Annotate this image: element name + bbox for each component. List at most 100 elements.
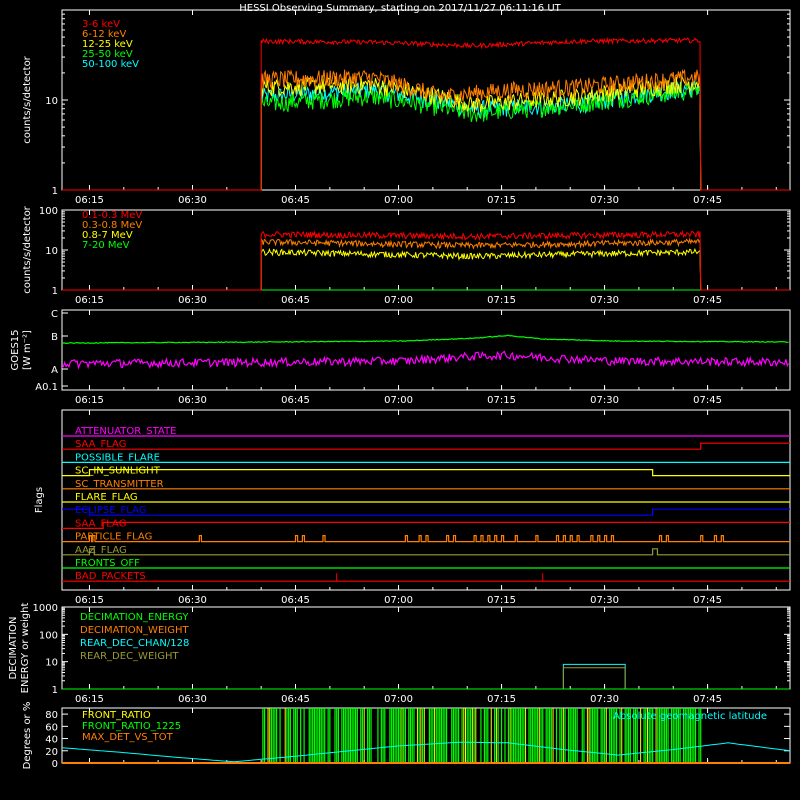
legend-entry: 7-20 MeV (82, 240, 130, 251)
x-tick-label: 07:15 (487, 595, 516, 606)
series-line (62, 237, 790, 291)
y-tick-label: C (51, 309, 58, 320)
flag-label: SC_IN_SUNLIGHT (75, 466, 161, 477)
x-tick-label: 07:15 (487, 295, 516, 306)
x-tick-label: 06:30 (178, 595, 207, 606)
x-tick-label: 06:15 (75, 195, 104, 206)
x-tick-label: 07:45 (693, 595, 722, 606)
x-tick-label: 07:30 (590, 195, 619, 206)
geomagnetic-latitude-line (61, 741, 791, 763)
flag-label: AAZ_FLAG (75, 545, 127, 556)
flag-line (62, 508, 790, 516)
flag-label: POSSIBLE_FLARE (75, 452, 160, 463)
y-tick-label: 10 (45, 96, 58, 107)
flag-line (62, 548, 790, 556)
legend-entry: 50-100 keV (82, 59, 139, 70)
y-tick-label: B (51, 332, 58, 343)
y-axis-label: Degrees or % (22, 702, 33, 770)
y-axis-label: DECIMATION (8, 616, 19, 679)
x-tick-label: 07:15 (487, 395, 516, 406)
flag-label: SAA_FLAG (75, 518, 126, 529)
x-tick-label: 06:45 (281, 694, 310, 705)
y-axis-label: Flags (34, 487, 45, 513)
legend-entry: MAX_DET_VS_TOT (82, 732, 174, 743)
y-tick-label: 60 (45, 722, 58, 733)
series-line (62, 230, 790, 291)
hessi-summary-chart: HESSI Observing Summary, starting on 201… (8, 3, 791, 770)
y-tick-label: 1 (52, 286, 58, 297)
goes-short-channel (61, 350, 790, 370)
x-tick-label: 06:45 (281, 195, 310, 206)
x-tick-label: 07:00 (384, 395, 413, 406)
x-tick-label: 06:45 (281, 295, 310, 306)
x-tick-label: 07:15 (487, 694, 516, 705)
y-tick-label: 1 (52, 186, 58, 197)
x-tick-label: 06:45 (281, 395, 310, 406)
x-tick-label: 07:00 (384, 295, 413, 306)
y-axis-label: counts/s/detector (22, 205, 33, 293)
y-tick-label: 100 (39, 206, 58, 217)
y-axis-label: GOES15 (10, 329, 21, 370)
legend-entry: REAR_DEC_CHAN/128 (80, 638, 189, 649)
y-tick-label: 80 (45, 710, 58, 721)
y-tick-label: A (51, 365, 58, 376)
x-tick-label: 07:45 (693, 295, 722, 306)
x-tick-label: 06:15 (75, 694, 104, 705)
y-tick-label: 10 (45, 658, 58, 669)
x-tick-label: 07:45 (693, 195, 722, 206)
panel-frame-goes (61, 309, 791, 391)
x-tick-label: 06:15 (75, 295, 104, 306)
x-tick-label: 06:30 (178, 694, 207, 705)
flag-line (62, 442, 790, 450)
x-tick-label: 07:45 (693, 395, 722, 406)
flag-label: FRONTS_OFF (75, 558, 140, 569)
flag-line (62, 535, 790, 543)
x-tick-label: 07:00 (384, 694, 413, 705)
y-axis-label: counts/s/detector (22, 55, 33, 143)
goes-long-channel (62, 334, 789, 345)
flag-label: SC_TRANSMITTER (75, 479, 164, 490)
note-label: Absolute geomagnetic latitude (613, 711, 767, 722)
series-line (62, 247, 790, 291)
x-tick-label: 06:15 (75, 595, 104, 606)
legend-entry: DECIMATION_ENERGY (80, 612, 189, 623)
x-tick-label: 06:30 (178, 395, 207, 406)
x-tick-label: 07:30 (590, 595, 619, 606)
y-tick-label: 0 (52, 759, 58, 770)
x-tick-label: 07:00 (384, 595, 413, 606)
x-tick-label: 06:30 (178, 195, 207, 206)
x-tick-label: 06:15 (75, 395, 104, 406)
x-tick-label: 07:30 (590, 295, 619, 306)
series-line (562, 667, 626, 689)
legend-entry: REAR_DEC_WEIGHT (80, 651, 179, 662)
y-tick-label: 40 (45, 735, 58, 746)
flag-line (62, 521, 790, 529)
x-tick-label: 07:00 (384, 195, 413, 206)
y-tick-label: 10 (45, 246, 58, 257)
flag-label: FLARE_FLAG (75, 492, 138, 503)
flag-label: ATTENUATOR_STATE (75, 426, 176, 437)
panel-frame-high-energy (61, 209, 791, 291)
y-tick-label: 100 (39, 630, 58, 641)
flag-label: BAD_PACKETS (75, 571, 146, 582)
flag-line (62, 469, 790, 477)
panel-frame-flags (61, 409, 791, 591)
chart-title: HESSI Observing Summary, starting on 201… (239, 3, 561, 14)
y-tick-label: A0.1 (35, 382, 58, 393)
x-tick-label: 07:30 (590, 694, 619, 705)
x-tick-label: 07:15 (487, 195, 516, 206)
y-tick-label: 1 (52, 685, 58, 696)
x-tick-label: 07:30 (590, 395, 619, 406)
legend-entry: FRONT_RATIO_1225 (82, 721, 181, 732)
legend-entry: DECIMATION_WEIGHT (80, 625, 189, 636)
flag-label: SAA_FLAG (75, 439, 126, 450)
legend-entry: FRONT_RATIO (82, 710, 151, 721)
y-axis-unit: [W m⁻²] (22, 330, 33, 370)
x-tick-label: 06:30 (178, 295, 207, 306)
flag-label: ECLIPSE_FLAG (75, 505, 146, 516)
y-tick-label: 20 (45, 747, 58, 758)
flag-label: PARTICLE_FLAG (75, 532, 152, 543)
y-axis-label-2: ENERGY or weight (20, 603, 31, 694)
x-tick-label: 07:45 (693, 694, 722, 705)
x-tick-label: 06:45 (281, 595, 310, 606)
